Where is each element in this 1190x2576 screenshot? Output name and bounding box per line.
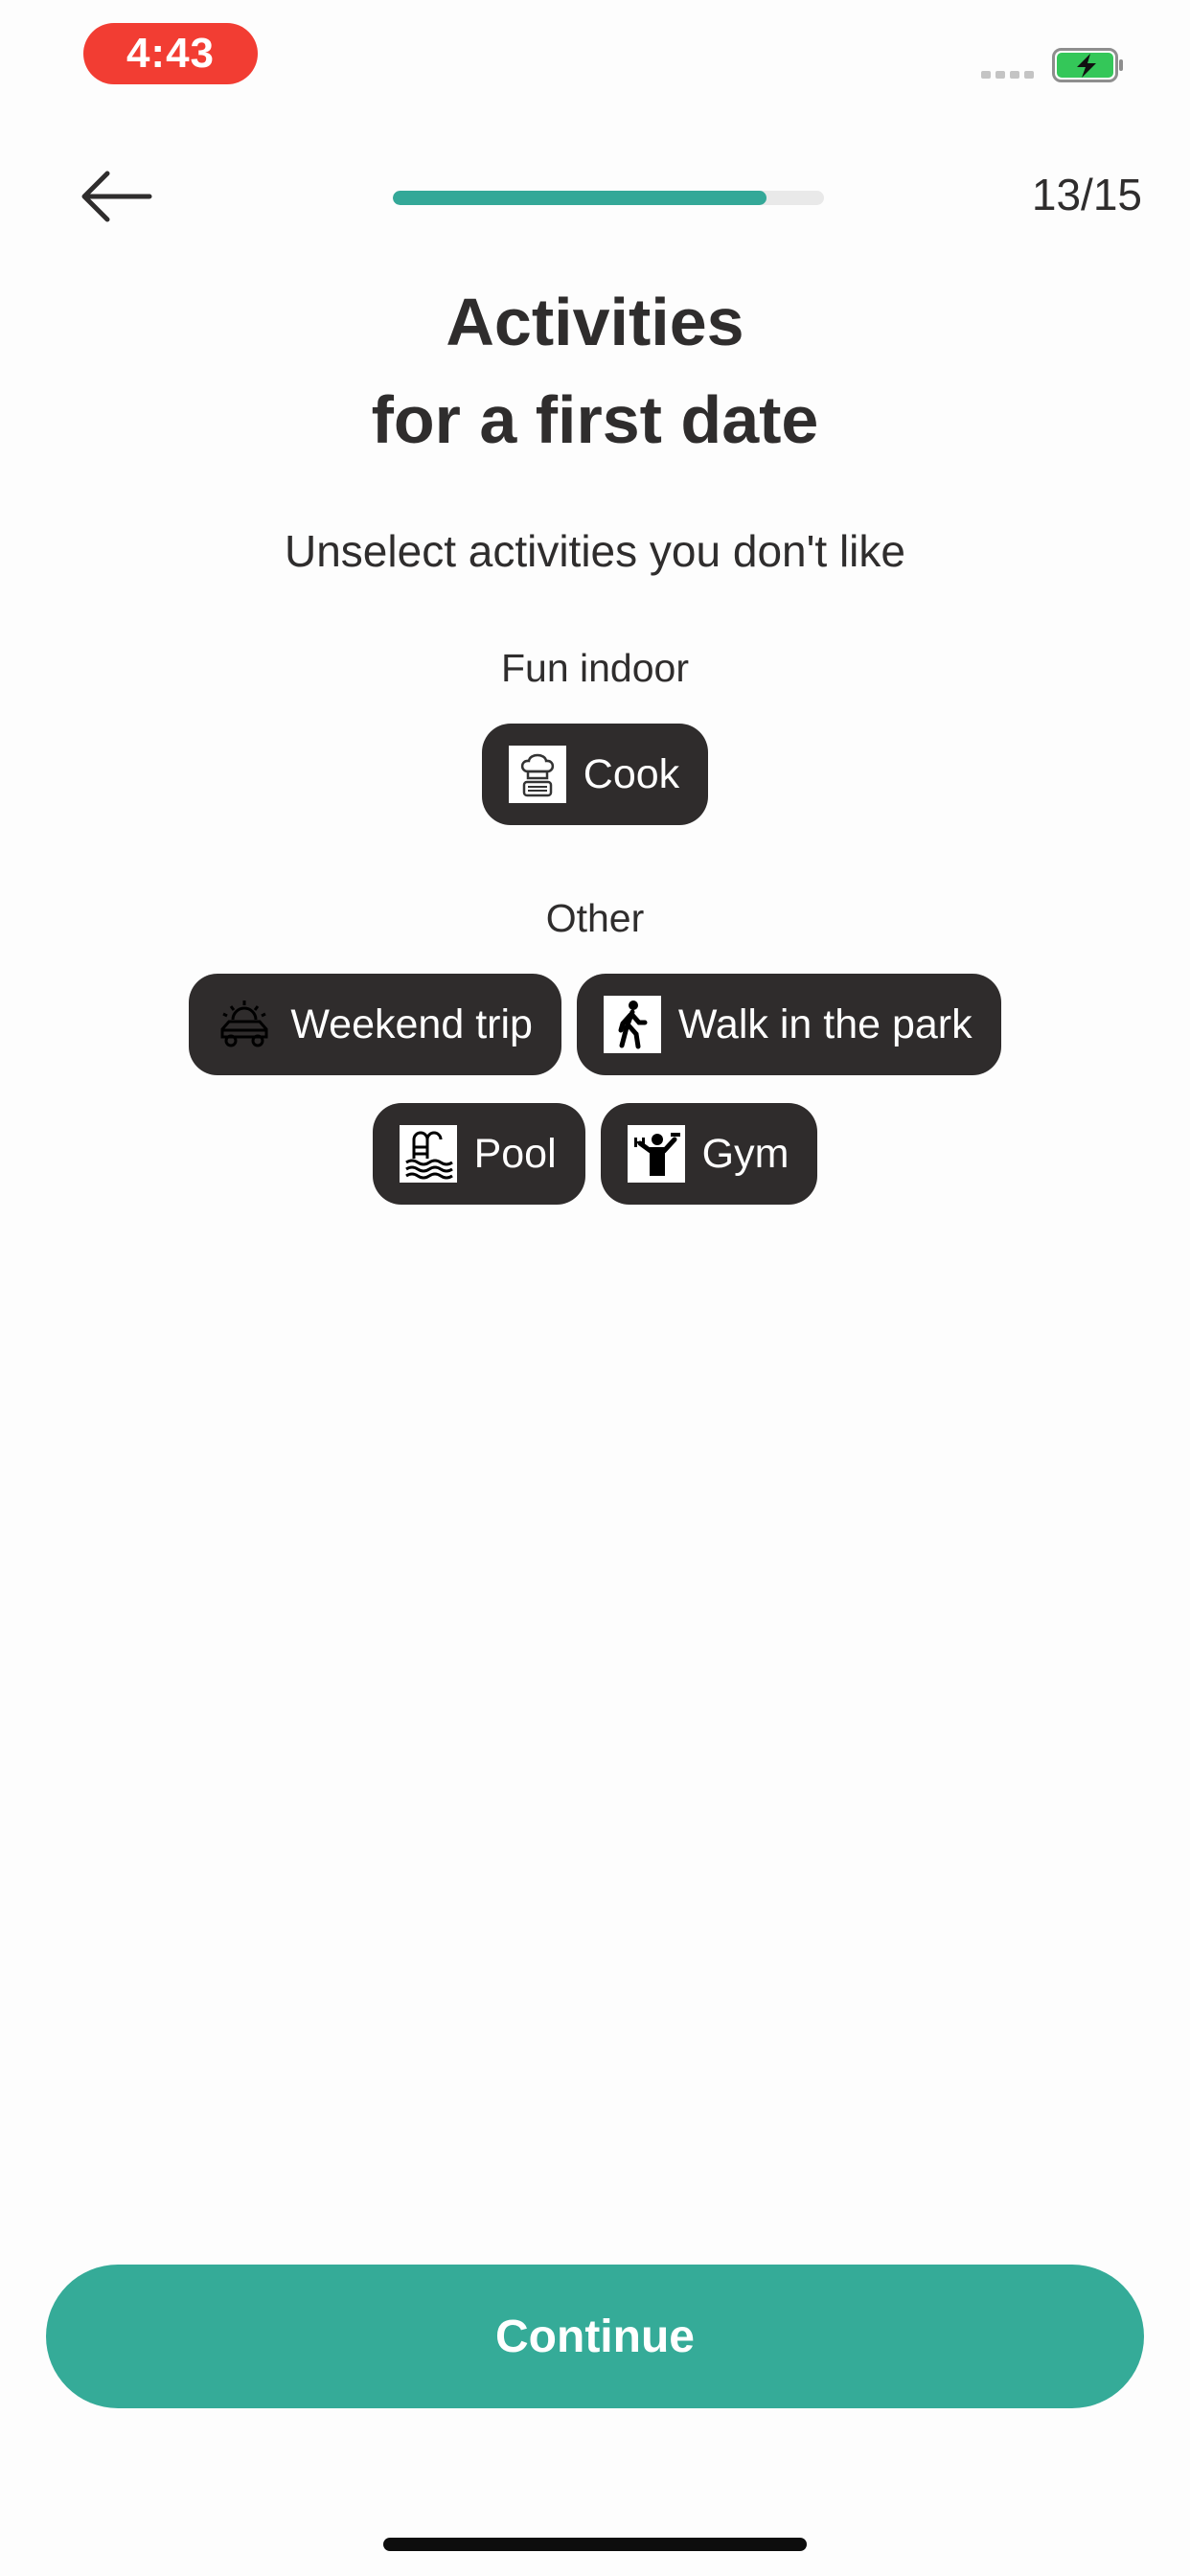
continue-button[interactable]: Continue (46, 2265, 1144, 2408)
chip-walk-in-the-park[interactable]: Walk in the park (576, 974, 1001, 1075)
chip-cook[interactable]: Cook (481, 724, 709, 825)
signal-icon (981, 71, 1034, 79)
page-subtitle: Unselect activities you don't like (285, 526, 905, 576)
chef-hat-icon (508, 746, 566, 803)
progress-fill (393, 191, 767, 205)
home-indicator (383, 2538, 807, 2551)
chip-gym[interactable]: Gym (600, 1103, 818, 1205)
section-label-other: Other (545, 896, 645, 940)
chip-row-other-1: Weekend trip Walk in the park (0, 974, 1190, 1075)
progress-bar (393, 191, 824, 205)
chip-row-other-2: Pool Gym (0, 1103, 1190, 1205)
title-line-1: Activities (446, 285, 744, 359)
status-time: 4:43 (83, 23, 258, 84)
chip-label: Cook (583, 750, 680, 797)
chip-label: Pool (473, 1130, 557, 1177)
step-counter: 13/15 (1031, 170, 1142, 219)
chip-row-fun-indoor: Cook (0, 724, 1190, 825)
walking-person-icon (603, 996, 661, 1053)
chip-pool[interactable]: Pool (372, 1103, 585, 1205)
chip-label: Gym (701, 1130, 790, 1177)
chip-label: Weekend trip (290, 1000, 533, 1047)
title-line-2: for a first date (371, 382, 819, 457)
weightlifter-icon (627, 1125, 685, 1183)
section-label-fun-indoor: Fun indoor (500, 646, 689, 690)
chip-label: Walk in the park (677, 1000, 973, 1047)
arrow-left-icon (81, 171, 152, 222)
battery-charging-icon (1052, 48, 1123, 82)
page-title: Activities for a first date (0, 273, 1190, 469)
car-sun-icon (216, 996, 273, 1053)
back-button[interactable] (75, 163, 157, 230)
chip-weekend-trip[interactable]: Weekend trip (189, 974, 561, 1075)
swimming-pool-icon (399, 1125, 457, 1183)
